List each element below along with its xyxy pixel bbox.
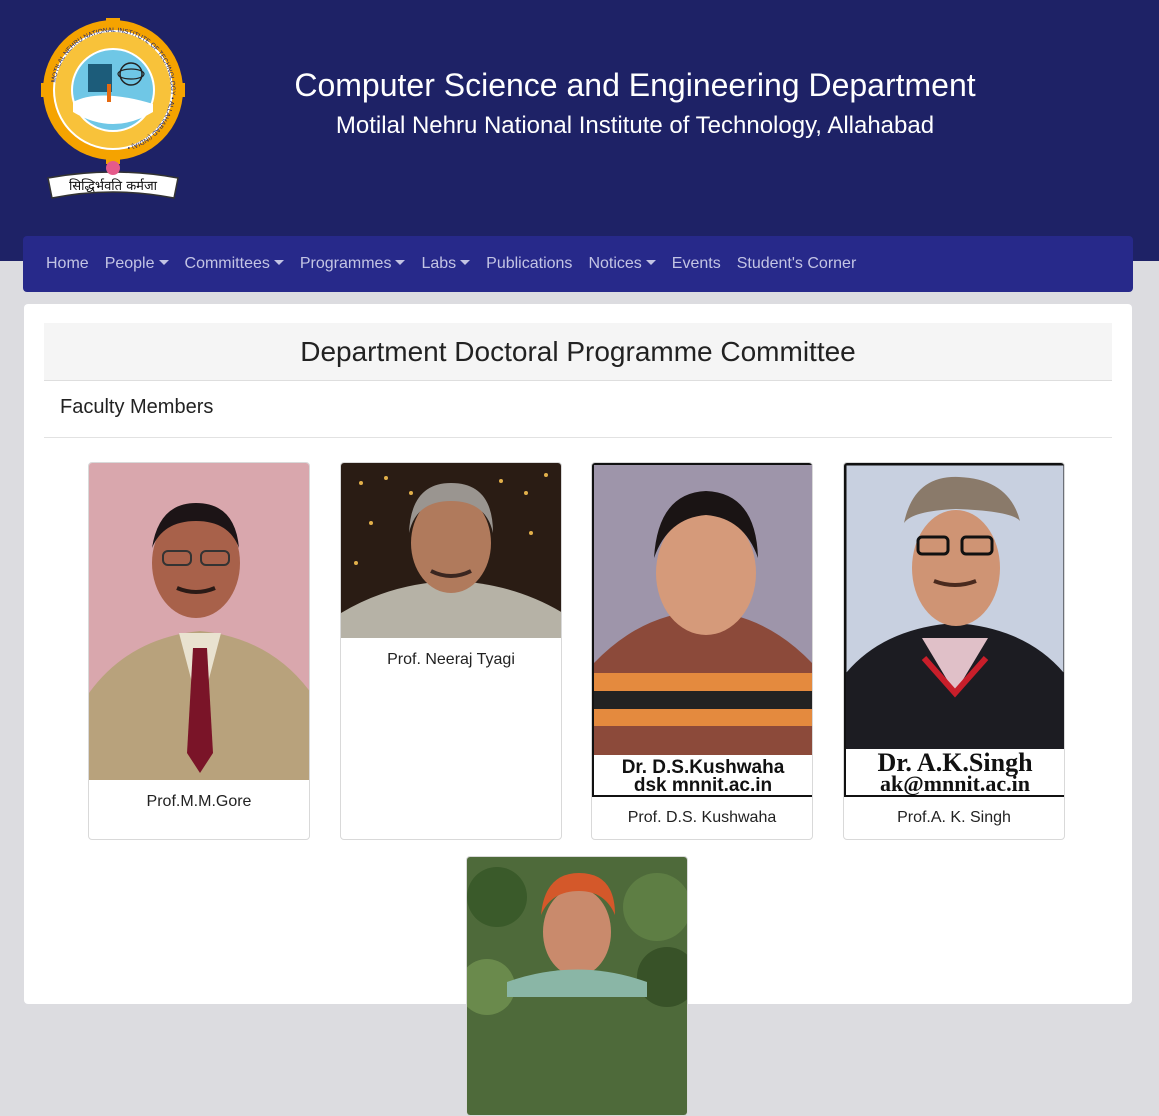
section-divider: [44, 437, 1112, 438]
member-photo: [341, 463, 561, 638]
caret-down-icon: [395, 260, 406, 265]
caret-down-icon: [460, 260, 471, 265]
nav-home[interactable]: Home: [38, 236, 97, 292]
member-name: Prof. Neeraj Tyagi: [387, 651, 515, 668]
nav-labs-label: Labs: [421, 255, 457, 272]
nav-publications-label: Publications: [486, 255, 573, 272]
content-card: Department Doctoral Programme Committee …: [24, 304, 1132, 1116]
nav-notices[interactable]: Notices: [580, 236, 663, 292]
main-navbar: Home People Committees Programmes Labs P…: [23, 236, 1133, 292]
member-card[interactable]: Prof. Neeraj Tyagi: [340, 462, 562, 840]
photo-caption-line2: dsk mnnit.ac.in: [634, 775, 772, 796]
caret-down-icon: [158, 260, 169, 265]
nav-people-label: People: [104, 255, 155, 272]
member-card[interactable]: Dr. A.K.Singh ak@mnnit.ac.in Prof.A. K. …: [843, 462, 1065, 840]
site-title: Computer Science and Engineering Departm…: [294, 67, 976, 103]
nav-programmes[interactable]: Programmes: [292, 236, 414, 292]
nav-committees-label: Committees: [184, 255, 270, 272]
member-card[interactable]: Prof.M.M.Gore: [88, 462, 310, 840]
nav-events-label: Events: [671, 255, 721, 272]
member-photo: Dr. A.K.Singh ak@mnnit.ac.in: [844, 463, 1064, 797]
caret-down-icon: [645, 260, 656, 265]
institute-logo[interactable]: MOTILAL NEHRU NATIONAL INSTITUTE OF TECH…: [40, 18, 186, 204]
nav-students-corner[interactable]: Student's Corner: [729, 236, 865, 292]
section-title: Faculty Members: [60, 396, 214, 418]
member-card[interactable]: Dr. D.S.Kushwaha dsk mnnit.ac.in Prof. D…: [591, 462, 813, 840]
nav-events[interactable]: Events: [664, 236, 729, 292]
nav-people[interactable]: People: [97, 236, 177, 292]
logo-motto: सिद्धिर्भवति कर्मजा: [69, 178, 158, 194]
member-photo: Dr. D.S.Kushwaha dsk mnnit.ac.in: [592, 463, 812, 797]
member-photo: [467, 857, 687, 1115]
member-name: Prof.M.M.Gore: [146, 793, 252, 810]
nav-programmes-label: Programmes: [299, 255, 392, 272]
caret-down-icon: [273, 260, 284, 265]
logo-motto-banner: सिद्धिर्भवति कर्मजा: [47, 171, 179, 199]
nav-notices-label: Notices: [588, 255, 642, 272]
nav-committees[interactable]: Committees: [177, 236, 292, 292]
logo-gear: [41, 18, 185, 164]
nav-home-label: Home: [46, 255, 89, 272]
nav-labs[interactable]: Labs: [413, 236, 478, 292]
site-subtitle: Motilal Nehru National Institute of Tech…: [335, 112, 935, 139]
nav-students-corner-label: Student's Corner: [736, 255, 857, 272]
member-name: Prof. D.S. Kushwaha: [627, 809, 777, 826]
nav-publications[interactable]: Publications: [478, 236, 580, 292]
member-name: Prof.A. K. Singh: [897, 809, 1011, 826]
committee-title: Department Doctoral Programme Committee: [44, 323, 1112, 381]
member-card[interactable]: [466, 856, 688, 1116]
member-photo: [89, 463, 309, 780]
photo-caption-line2: ak@mnnit.ac.in: [880, 771, 1030, 796]
